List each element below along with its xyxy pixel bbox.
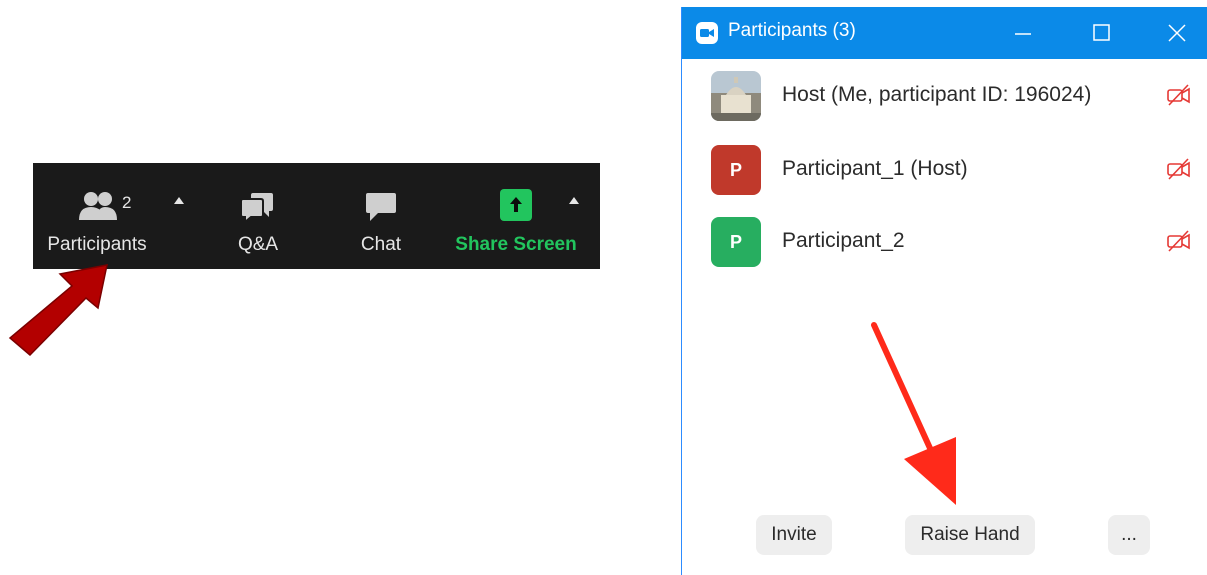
share-screen-label: Share Screen (455, 234, 577, 255)
share-screen-button[interactable]: Share Screen (453, 163, 578, 269)
participant-name: Participant_2 (782, 229, 905, 252)
minimize-button[interactable] (998, 7, 1048, 59)
participants-window: Participants (3) Host (Me, participant I… (681, 7, 1207, 575)
participant-row-host[interactable]: Host (Me, participant ID: 196024) (682, 71, 1207, 131)
participants-options-caret[interactable] (174, 197, 184, 204)
maximize-icon (1093, 24, 1110, 41)
share-options-caret[interactable] (569, 197, 579, 204)
video-off-icon[interactable] (1166, 157, 1192, 181)
avatar-letter: P (711, 217, 761, 267)
video-off-icon[interactable] (1166, 229, 1192, 253)
participant-name: Host (Me, participant ID: 196024) (782, 83, 1092, 106)
qa-button[interactable]: Q&A (213, 163, 293, 269)
share-screen-icon-box (500, 189, 532, 221)
share-arrow-icon (510, 197, 522, 212)
avatar-photo (711, 71, 761, 121)
more-button[interactable]: ... (1108, 515, 1150, 555)
qa-label: Q&A (237, 234, 279, 255)
avatar-letter: P (711, 145, 761, 195)
chat-label: Chat (360, 234, 402, 255)
participant-name: Participant_1 (Host) (782, 157, 968, 180)
qa-icon (240, 193, 273, 223)
maximize-button[interactable] (1076, 7, 1126, 59)
video-off-icon[interactable] (1166, 83, 1192, 107)
chat-icon (366, 193, 396, 221)
minimize-icon (1015, 33, 1031, 35)
zoom-app-icon (696, 22, 718, 44)
chat-button[interactable]: Chat (338, 163, 418, 269)
annotation-arrow-participants (8, 264, 108, 357)
close-icon (1168, 24, 1186, 42)
invite-button[interactable]: Invite (756, 515, 832, 555)
raise-hand-button[interactable]: Raise Hand (905, 515, 1035, 555)
participant-row-1[interactable]: P Participant_1 (Host) (682, 145, 1207, 205)
annotation-arrow-raise-hand (871, 322, 956, 505)
window-title: Participants (3) (728, 20, 856, 41)
window-titlebar[interactable]: Participants (3) (682, 7, 1207, 59)
close-button[interactable] (1152, 7, 1202, 59)
participants-icon (79, 192, 117, 220)
participants-count: 2 (122, 193, 132, 212)
participant-row-2[interactable]: P Participant_2 (682, 217, 1207, 277)
